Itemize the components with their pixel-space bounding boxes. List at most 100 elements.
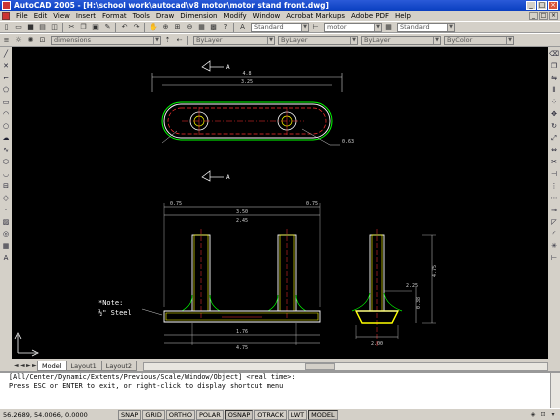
line-icon[interactable]: ╱ [1,49,11,59]
autocad-app-icon[interactable] [2,1,11,10]
menu-tools[interactable]: Tools [130,12,153,20]
explode-icon[interactable]: ✳ [549,241,559,251]
match-properties-icon[interactable]: ✎ [102,22,113,32]
title-bar[interactable]: AutoCAD 2005 - [H:\school work\autocad\v… [0,0,560,11]
horizontal-scrollbar[interactable] [143,362,548,371]
scrollbar-thumb[interactable] [305,363,336,370]
join-icon[interactable]: ⊸ [549,205,559,215]
stretch-icon[interactable]: ⇔ [549,145,559,155]
layer-previous-icon[interactable]: ⇠ [174,35,185,45]
design-center-icon[interactable]: ▩ [208,22,219,32]
preview-icon[interactable]: ◫ [49,22,60,32]
save-icon[interactable]: ■ [25,22,36,32]
ortho-toggle[interactable]: ORTHO [165,409,195,420]
open-icon[interactable]: ▭ [13,22,24,32]
lwt-toggle[interactable]: LWT [287,409,308,420]
table-icon[interactable]: ▦ [1,241,11,251]
doc-close-button[interactable]: × [549,12,558,20]
tab-model[interactable]: Model [37,361,67,371]
layer-select[interactable]: dimensions ▼ [51,35,161,45]
menu-insert[interactable]: Insert [73,12,99,20]
doc-minimize-button[interactable]: _ [529,12,538,20]
circle-icon[interactable]: ○ [1,121,11,131]
ellipse-arc-icon[interactable]: ◡ [1,169,11,179]
color-select[interactable]: ByLayer ▼ [193,35,275,45]
plot-style-select[interactable]: ByColor ▼ [444,35,514,45]
command-scrollbar[interactable] [550,373,560,408]
sun-icon[interactable]: ✺ [25,35,36,45]
menu-acrobat-markups[interactable]: Acrobat Markups [283,12,348,20]
rotate-icon[interactable]: ↻ [549,121,559,131]
toolbar-lock-icon[interactable]: ⊡ [539,411,547,419]
layer-manager-icon[interactable]: ≡ [1,35,12,45]
menu-modify[interactable]: Modify [220,12,249,20]
help-icon[interactable]: ? [220,22,231,32]
doc-restore-button[interactable]: □ [539,12,548,20]
new-icon[interactable]: ▯ [1,22,12,32]
zoom-previous-icon[interactable]: ⊖ [184,22,195,32]
grid-toggle[interactable]: GRID [142,409,165,420]
ellipse-icon[interactable]: ⬭ [1,157,11,167]
dimension-icon[interactable]: ⊢ [549,253,559,263]
undo-icon[interactable]: ↶ [119,22,130,32]
polyline-icon[interactable]: ⌐ [1,73,11,83]
trim-icon[interactable]: ✂ [549,157,559,167]
coordinate-readout[interactable]: 56.2689, 54.0066, 0.0000 [0,411,118,419]
construction-line-icon[interactable]: ✕ [1,61,11,71]
otrack-toggle[interactable]: OTRACK [254,409,287,420]
cut-icon[interactable]: ✂ [66,22,77,32]
break-icon[interactable]: ⋯ [549,193,559,203]
make-current-layer-icon[interactable]: ⇡ [162,35,173,45]
communication-center-icon[interactable]: ◈ [529,411,537,419]
point-icon[interactable]: · [1,205,11,215]
menu-dimension[interactable]: Dimension [177,12,220,20]
arc-icon[interactable]: ◠ [1,109,11,119]
osnap-toggle[interactable]: OSNAP [224,409,254,420]
close-button[interactable]: × [548,1,558,10]
fillet-icon[interactable]: ◜ [549,229,559,239]
region-icon[interactable]: ◎ [1,229,11,239]
dim-style-select[interactable]: motor ▼ [324,22,382,32]
lineweight-select[interactable]: ByLayer ▼ [361,35,441,45]
make-block-icon[interactable]: ◇ [1,193,11,203]
properties-icon[interactable]: ▦ [196,22,207,32]
lock-icon[interactable]: ⊡ [37,35,48,45]
tab-layout2[interactable]: Layout2 [100,361,137,371]
drawing-canvas[interactable]: 4.8 3.25 0.63 A A 0.75 0.75 3.50 2.45 1.… [12,47,548,359]
erase-icon[interactable]: ⌫ [549,49,559,59]
tab-layout1[interactable]: Layout1 [65,361,102,371]
zoom-realtime-icon[interactable]: ⊕ [160,22,171,32]
scale-icon[interactable]: ⤢ [549,133,559,143]
mirror-icon[interactable]: ⇋ [549,73,559,83]
mtext-icon[interactable]: A [1,253,11,263]
menu-adobe-pdf[interactable]: Adobe PDF [348,12,392,20]
menu-draw[interactable]: Draw [153,12,177,20]
document-icon[interactable] [2,12,10,20]
model-toggle[interactable]: MODEL [308,409,338,420]
copy-object-icon[interactable]: ❐ [549,61,559,71]
plot-icon[interactable]: ▤ [37,22,48,32]
break-at-point-icon[interactable]: ⋮ [549,181,559,191]
table-style-select[interactable]: Standard ▼ [397,22,455,32]
menu-view[interactable]: View [50,12,73,20]
minimize-button[interactable]: _ [526,1,536,10]
linetype-select[interactable]: ByLayer ▼ [278,35,358,45]
spline-icon[interactable]: ∿ [1,145,11,155]
maximize-button[interactable]: □ [537,1,547,10]
status-menu-icon[interactable]: ▾ [549,411,557,419]
menu-file[interactable]: File [13,12,31,20]
hatch-icon[interactable]: ▨ [1,217,11,227]
offset-icon[interactable]: ⫴ [549,85,559,95]
pan-icon[interactable]: ✋ [148,22,159,32]
copy-icon[interactable]: ❐ [78,22,89,32]
snap-toggle[interactable]: SNAP [118,409,142,420]
chamfer-icon[interactable]: ◸ [549,217,559,227]
extend-icon[interactable]: ⊣ [549,169,559,179]
menu-help[interactable]: Help [392,12,414,20]
bulb-icon[interactable]: ☼ [13,35,24,45]
polar-toggle[interactable]: POLAR [195,409,224,420]
menu-format[interactable]: Format [99,12,130,20]
zoom-window-icon[interactable]: ⊞ [172,22,183,32]
text-style-select[interactable]: Standard ▼ [251,22,309,32]
array-icon[interactable]: ⁘ [549,97,559,107]
